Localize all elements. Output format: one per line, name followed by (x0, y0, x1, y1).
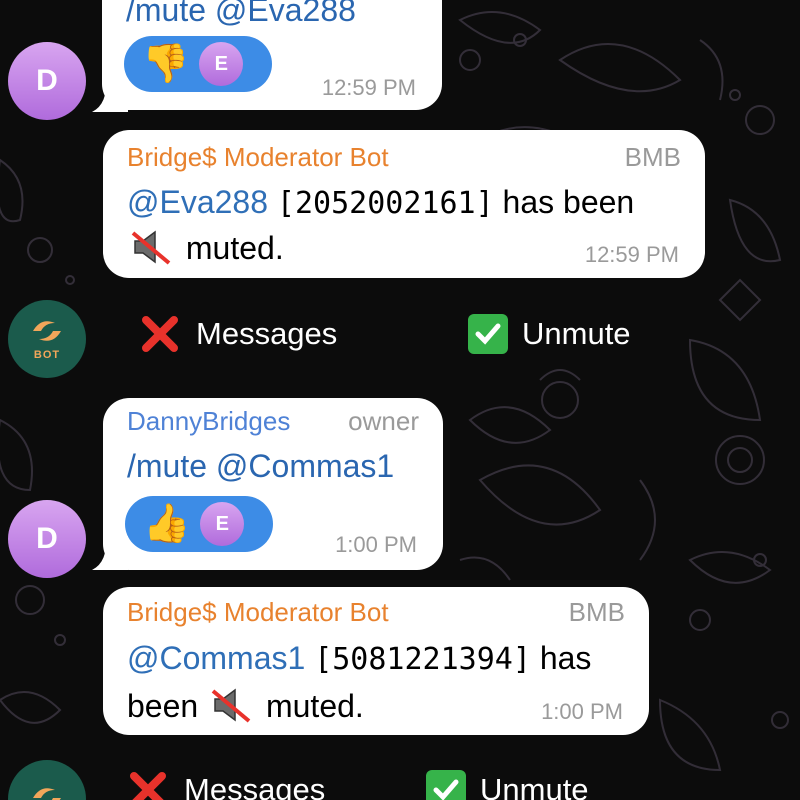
unmute-button-label: Unmute (522, 316, 631, 351)
message-text-part: muted. (265, 688, 364, 724)
messages-button[interactable]: Messages (140, 314, 337, 354)
bot-avatar[interactable]: BOT (8, 300, 86, 378)
cross-icon (142, 316, 178, 352)
sender-avatar[interactable]: D (8, 42, 86, 120)
message-text-part: muted. (185, 230, 284, 266)
bubble-tail (92, 536, 128, 570)
bot-label: BOT (33, 349, 61, 361)
reaction-chip[interactable]: 👎 E (124, 36, 272, 92)
message-text-part: been (127, 688, 199, 724)
bubble-tail (92, 78, 128, 112)
unmute-button[interactable]: Unmute (426, 770, 589, 800)
bot-logo-icon (33, 788, 61, 800)
user-mention[interactable]: @Eva288 (127, 184, 268, 220)
sender-role: owner (348, 406, 419, 436)
bot-message-bubble[interactable]: Bridge$ Moderator Bot BMB @Eva288 [20520… (103, 130, 705, 278)
sender-name[interactable]: Bridge$ Moderator Bot (127, 597, 389, 628)
bot-message-bubble[interactable]: Bridge$ Moderator Bot BMB @Commas1 [5081… (103, 587, 649, 735)
messages-button[interactable]: Messages (128, 770, 325, 800)
message-time: 1:00 PM (541, 699, 623, 724)
thumbs-down-icon: 👎 (142, 43, 190, 85)
message-bubble-mute-eva[interactable]: /mute @Eva288 👎 E 12:59 PM (102, 0, 442, 110)
message-text-part: has (539, 640, 592, 676)
sender-role: BMB (568, 597, 625, 627)
user-id: [2052002161] (276, 186, 494, 221)
reaction-chip[interactable]: 👍 E (125, 496, 273, 552)
unmute-button[interactable]: Unmute (468, 314, 631, 354)
muted-speaker-icon (131, 230, 171, 265)
message-time: 12:59 PM (321, 75, 416, 100)
sender-role: BMB (624, 142, 681, 172)
command-text[interactable]: /mute @Commas1 (127, 448, 394, 485)
sender-name[interactable]: Bridge$ Moderator Bot (127, 142, 389, 173)
command-text[interactable]: /mute @Eva288 (126, 0, 356, 29)
user-mention[interactable]: @Commas1 (127, 640, 305, 676)
muted-speaker-icon (211, 688, 251, 723)
sender-name[interactable]: DannyBridges (127, 406, 290, 437)
message-text-part: has been (502, 184, 635, 220)
message-time: 12:59 PM (584, 242, 679, 267)
cross-icon (130, 772, 166, 800)
check-icon (426, 770, 466, 800)
message-time: 1:00 PM (335, 532, 417, 557)
messages-button-label: Messages (196, 316, 338, 351)
check-icon (468, 314, 508, 354)
messages-button-label: Messages (184, 772, 326, 800)
unmute-button-label: Unmute (480, 772, 589, 800)
user-id: [5081221394] (314, 642, 531, 677)
owner-message-bubble[interactable]: DannyBridges owner /mute @Commas1 👍 E 1:… (103, 398, 443, 570)
bot-logo-icon (33, 321, 61, 341)
sender-avatar[interactable]: D (8, 500, 86, 578)
reactor-avatar: E (200, 502, 245, 546)
thumbs-up-icon: 👍 (143, 503, 191, 545)
reactor-avatar: E (199, 42, 244, 86)
